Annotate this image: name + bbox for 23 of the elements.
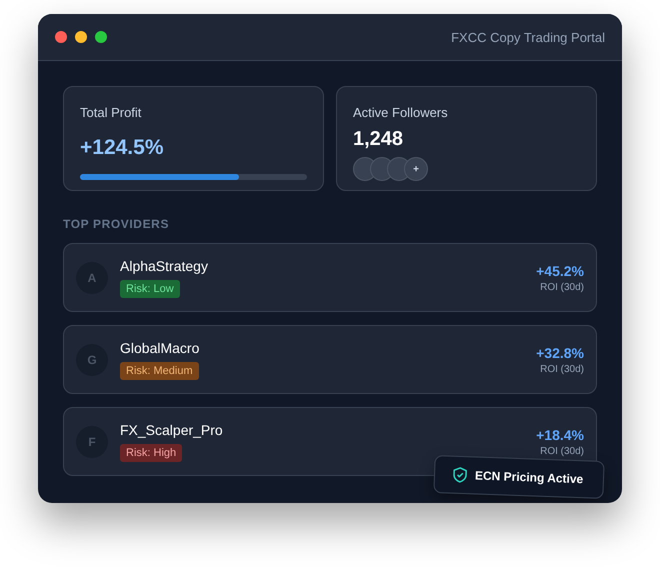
roi-value: +32.8% (536, 344, 584, 360)
followers-count: 1,248 (353, 128, 404, 151)
close-button[interactable] (55, 31, 67, 43)
roi-label: ROI (30d) (540, 364, 584, 374)
risk-tag: Risk: Low (120, 280, 180, 298)
roi-label: ROI (30d) (540, 446, 584, 456)
provider-name: FX_Scalper_Pro (120, 422, 223, 438)
window-title: FXCC Copy Trading Portal (451, 30, 605, 44)
card-label: Total Profit (80, 105, 142, 120)
risk-tag: Risk: High (120, 444, 182, 462)
provider-name: AlphaStrategy (120, 258, 208, 274)
minimize-button[interactable] (75, 31, 87, 43)
section-title: TOP PROVIDERS (63, 217, 170, 231)
profit-value: +124.5% (80, 136, 164, 160)
card-label: Active Followers (353, 105, 448, 120)
roi-value: +45.2% (536, 262, 584, 278)
roi-label: ROI (30d) (540, 282, 584, 292)
maximize-button[interactable] (95, 31, 107, 43)
shield-check-icon (452, 466, 468, 484)
roi-value: +18.4% (536, 426, 584, 442)
risk-tag: Risk: Medium (120, 362, 199, 380)
more-avatars: + (404, 157, 428, 181)
provider-name: GlobalMacro (120, 340, 200, 356)
